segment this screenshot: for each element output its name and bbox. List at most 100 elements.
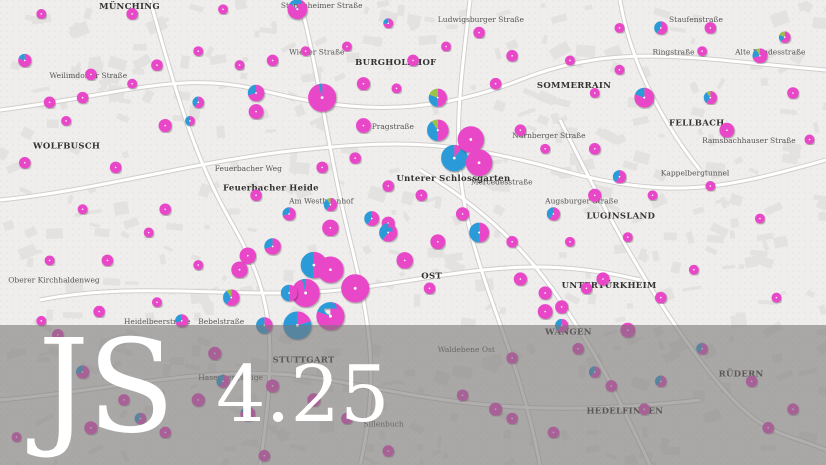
station-marker[interactable] [588, 188, 602, 202]
station-marker[interactable] [341, 274, 370, 303]
station-marker[interactable] [647, 190, 658, 201]
station-marker[interactable] [231, 261, 248, 278]
station-marker[interactable] [143, 227, 154, 238]
station-marker[interactable] [85, 68, 97, 81]
station-marker[interactable] [247, 84, 265, 102]
station-marker[interactable] [754, 213, 765, 224]
station-marker[interactable] [428, 88, 447, 107]
station-marker[interactable] [175, 314, 189, 328]
station-marker[interactable] [564, 55, 575, 66]
station-marker[interactable] [455, 207, 470, 221]
station-marker[interactable] [76, 91, 89, 104]
station-marker[interactable] [703, 91, 717, 105]
station-marker[interactable] [513, 272, 527, 286]
station-marker[interactable] [588, 143, 601, 155]
station-marker[interactable] [489, 77, 502, 90]
station-marker[interactable] [322, 219, 339, 237]
station-marker[interactable] [18, 156, 31, 169]
station-marker[interactable] [356, 118, 371, 133]
station-marker[interactable] [514, 124, 527, 136]
station-marker[interactable] [218, 4, 228, 15]
station-marker[interactable] [654, 21, 668, 35]
station-marker[interactable] [77, 204, 88, 215]
station-marker[interactable] [234, 60, 245, 71]
station-marker[interactable] [266, 54, 279, 67]
station-marker[interactable] [655, 291, 667, 304]
station-marker[interactable] [101, 254, 114, 267]
station-marker[interactable] [280, 284, 298, 302]
station-marker[interactable] [704, 22, 717, 34]
station-marker[interactable] [787, 87, 799, 99]
station-marker[interactable] [323, 197, 338, 212]
station-marker[interactable] [61, 115, 72, 126]
station-marker[interactable] [383, 18, 394, 29]
station-marker[interactable] [364, 211, 380, 226]
station-marker[interactable] [622, 232, 633, 243]
station-marker[interactable] [540, 143, 551, 154]
station-marker[interactable] [506, 50, 518, 62]
station-marker[interactable] [308, 83, 337, 112]
station-marker[interactable] [248, 104, 264, 120]
station-marker[interactable] [264, 238, 281, 255]
station-marker[interactable] [127, 78, 138, 89]
station-marker[interactable] [396, 252, 413, 269]
station-marker[interactable] [688, 264, 699, 275]
station-marker[interactable] [473, 26, 485, 39]
station-marker[interactable] [18, 53, 32, 68]
station-marker[interactable] [589, 88, 600, 98]
station-marker[interactable] [457, 126, 485, 153]
station-marker[interactable] [300, 46, 311, 57]
station-marker[interactable] [391, 83, 402, 94]
station-marker[interactable] [44, 255, 55, 266]
station-marker[interactable] [151, 297, 162, 308]
station-marker[interactable] [382, 180, 395, 192]
station-marker[interactable] [291, 278, 320, 307]
station-marker[interactable] [349, 152, 361, 164]
station-marker[interactable] [441, 144, 468, 172]
station-marker[interactable] [546, 207, 561, 221]
station-marker[interactable] [634, 87, 655, 108]
station-marker[interactable] [430, 234, 446, 250]
station-marker[interactable] [407, 54, 419, 67]
station-marker[interactable] [538, 286, 552, 300]
station-marker[interactable] [151, 59, 163, 71]
station-marker[interactable] [506, 236, 518, 248]
station-marker[interactable] [282, 207, 296, 221]
station-marker[interactable] [192, 96, 205, 109]
station-marker[interactable] [341, 41, 352, 52]
station-marker[interactable] [317, 256, 344, 283]
station-marker[interactable] [564, 236, 575, 247]
station-marker[interactable] [537, 304, 553, 319]
station-marker[interactable] [185, 115, 195, 126]
station-marker[interactable] [469, 222, 489, 243]
station-marker[interactable] [555, 300, 569, 314]
station-marker[interactable] [36, 8, 47, 19]
station-marker[interactable] [415, 189, 428, 202]
station-marker[interactable] [778, 31, 791, 43]
station-marker[interactable] [316, 161, 328, 174]
station-marker[interactable] [379, 223, 398, 242]
station-marker[interactable] [465, 149, 493, 176]
station-marker[interactable] [356, 77, 371, 91]
station-marker[interactable] [43, 96, 56, 109]
station-marker[interactable] [441, 41, 451, 52]
station-marker[interactable] [193, 260, 204, 271]
station-marker[interactable] [596, 272, 610, 286]
station-marker[interactable] [193, 46, 204, 57]
station-marker[interactable] [771, 292, 782, 303]
station-marker[interactable] [223, 289, 240, 306]
station-marker[interactable] [580, 282, 593, 295]
station-marker[interactable] [159, 203, 171, 216]
station-marker[interactable] [752, 48, 768, 64]
station-marker[interactable] [427, 119, 449, 141]
station-marker[interactable] [109, 161, 122, 174]
station-marker[interactable] [697, 46, 708, 57]
station-marker[interactable] [705, 181, 716, 191]
station-marker[interactable] [804, 134, 815, 145]
station-marker[interactable] [158, 118, 172, 133]
station-marker[interactable] [423, 282, 436, 295]
station-marker[interactable] [614, 64, 625, 75]
station-marker[interactable] [126, 8, 138, 20]
station-marker[interactable] [250, 189, 262, 202]
station-marker[interactable] [614, 22, 625, 33]
